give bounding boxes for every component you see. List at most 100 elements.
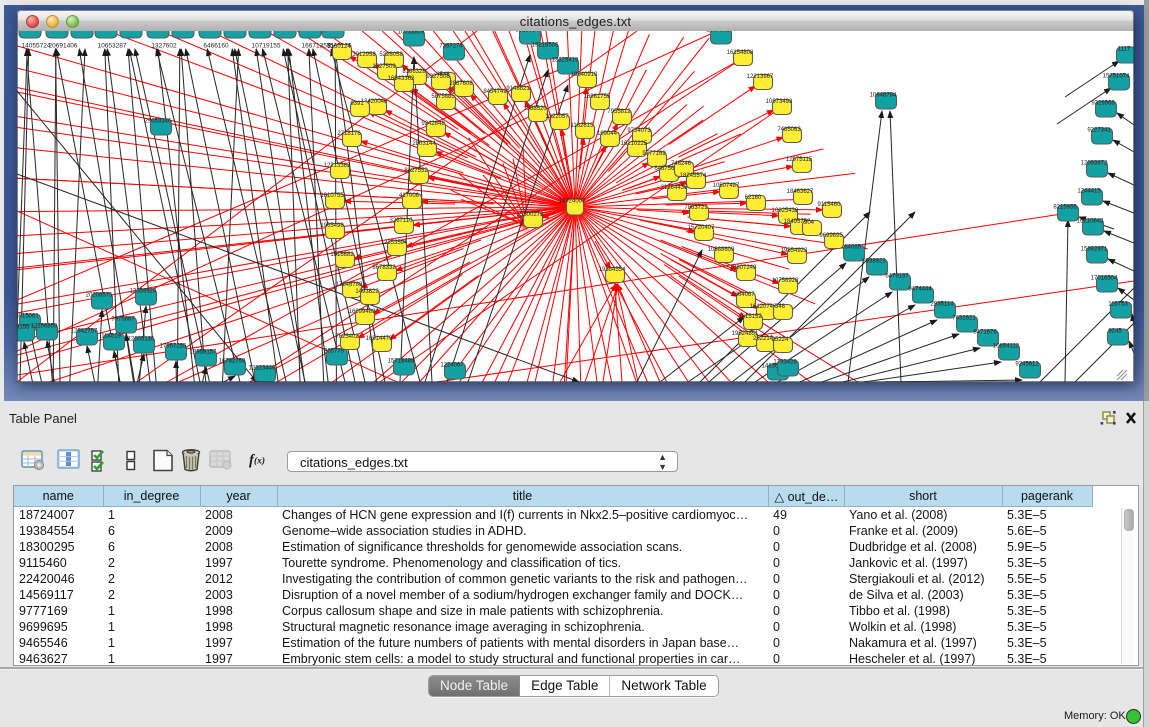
svg-text:13958157: 13958157 [190, 350, 217, 356]
svg-text:1493822: 1493822 [355, 289, 379, 295]
svg-text:17016504: 17016504 [1091, 276, 1118, 282]
svg-text:29053346: 29053346 [145, 119, 172, 125]
svg-text:8813054: 8813054 [515, 31, 539, 34]
svg-text:16782759: 16782759 [219, 359, 246, 365]
svg-text:15720407: 15720407 [688, 225, 715, 231]
svg-text:116753: 116753 [1108, 302, 1128, 308]
svg-text:18463627: 18463627 [787, 189, 814, 195]
svg-text:8678332: 8678332 [372, 265, 396, 271]
svg-text:10973493: 10973493 [766, 99, 793, 105]
svg-text:12156859: 12156859 [31, 324, 58, 330]
svg-text:14055724: 14055724 [22, 43, 51, 50]
svg-text:17957255: 17957255 [160, 344, 187, 350]
svg-text:1327509: 1327509 [372, 64, 396, 70]
svg-text:1322057: 1322057 [545, 114, 569, 120]
svg-text:417006: 417006 [399, 193, 420, 199]
svg-text:12213363: 12213363 [324, 163, 351, 169]
svg-text:8938923: 8938923 [862, 259, 886, 265]
svg-text:1162615: 1162615 [571, 123, 595, 129]
svg-text:15692971: 15692971 [1081, 247, 1108, 253]
svg-text:746246: 746246 [671, 161, 692, 167]
svg-text:1224067: 1224067 [440, 363, 464, 369]
svg-text:1327602: 1327602 [151, 43, 177, 50]
svg-text:5875685: 5875685 [431, 94, 455, 100]
svg-text:12353594: 12353594 [381, 240, 408, 246]
svg-text:19218506: 19218506 [532, 43, 559, 49]
svg-text:252214: 252214 [753, 336, 774, 342]
svg-text:8186328: 8186328 [402, 69, 426, 75]
svg-text:18245574: 18245574 [680, 173, 707, 179]
svg-text:16961755: 16961755 [584, 94, 611, 100]
svg-text:9391: 9391 [350, 101, 364, 107]
svg-text:16154808: 16154808 [727, 50, 754, 56]
svg-text:12323446: 12323446 [249, 366, 276, 372]
svg-text:2718176: 2718176 [337, 131, 361, 137]
svg-text:6479197: 6479197 [885, 274, 909, 280]
svg-text:8471676: 8471676 [973, 330, 997, 336]
svg-text:1117: 1117 [1118, 47, 1131, 53]
svg-text:965779: 965779 [324, 349, 345, 355]
svg-text:9734073: 9734073 [627, 128, 651, 134]
svg-text:7955812: 7955812 [607, 109, 631, 115]
svg-text:10507487: 10507487 [713, 183, 740, 189]
svg-text:5915061: 5915061 [17, 314, 39, 320]
svg-text:12359924: 12359924 [130, 289, 157, 295]
svg-text:9777169: 9777169 [642, 151, 666, 157]
svg-text:10653287: 10653287 [98, 43, 127, 50]
svg-text:9245: 9245 [1108, 329, 1122, 335]
svg-text:18640910: 18640910 [571, 72, 598, 78]
svg-text:7357274: 7357274 [439, 44, 463, 50]
svg-text:904: 904 [804, 220, 815, 226]
svg-text:9699695: 9699695 [819, 233, 843, 239]
svg-text:18807249: 18807249 [730, 265, 757, 271]
svg-text:62160: 62160 [745, 195, 762, 201]
svg-text:15718485: 15718485 [388, 359, 415, 365]
svg-text:25224: 25224 [772, 337, 789, 343]
svg-text:7632621: 7632621 [952, 316, 976, 322]
svg-text:3912958: 3912958 [352, 52, 376, 58]
svg-text:10025438: 10025438 [772, 208, 799, 214]
svg-text:346: 346 [775, 304, 786, 310]
svg-text:1588520: 1588520 [523, 106, 547, 112]
svg-text:1610755: 1610755 [320, 193, 344, 199]
svg-text:6466160: 6466160 [203, 43, 229, 50]
svg-text:7625402: 7625402 [335, 334, 359, 340]
svg-text:7485063: 7485063 [777, 127, 801, 133]
svg-text:1916682: 1916682 [330, 252, 354, 258]
svg-text:9975867: 9975867 [111, 317, 135, 323]
svg-text:9242848: 9242848 [421, 121, 445, 127]
svg-text:10648784: 10648784 [870, 93, 897, 99]
svg-text:9327508: 9327508 [426, 74, 450, 80]
svg-text:12942757: 12942757 [71, 329, 98, 335]
svg-text:1965498: 1965498 [320, 223, 344, 229]
svg-text:9115460: 9115460 [818, 202, 842, 208]
svg-text:15751074: 15751074 [1103, 74, 1130, 80]
svg-text:16543362: 16543362 [388, 76, 415, 82]
svg-text:16914479: 16914479 [366, 336, 393, 342]
svg-text:16099489: 16099489 [349, 309, 376, 315]
svg-text:8454749: 8454749 [483, 89, 507, 95]
svg-text:(x): (x) [254, 456, 265, 467]
svg-text:15300273: 15300273 [517, 212, 544, 218]
svg-text:13325419: 13325419 [552, 58, 579, 64]
svg-text:10756928: 10756928 [772, 278, 799, 284]
svg-text:20206575: 20206575 [86, 293, 113, 299]
svg-text:2935114: 2935114 [931, 302, 955, 308]
svg-text:9146821: 9146821 [506, 86, 530, 92]
svg-text:199044: 199044 [597, 131, 618, 137]
svg-text:21364436: 21364436 [661, 185, 688, 191]
svg-text:12093872: 12093872 [1081, 161, 1108, 167]
svg-text:20691406: 20691406 [49, 43, 78, 50]
svg-text:1615152: 1615152 [738, 314, 762, 320]
svg-text:19654923: 19654923 [781, 248, 808, 254]
svg-text:3267110: 3267110 [390, 218, 414, 224]
svg-text:9329966: 9329966 [1091, 101, 1115, 107]
svg-text:12213967: 12213967 [747, 74, 774, 80]
svg-text:16210643: 16210643 [1077, 219, 1104, 225]
svg-text:10688609: 10688609 [708, 247, 735, 253]
svg-text:2803144: 2803144 [412, 141, 436, 147]
svg-text:9474444: 9474444 [908, 287, 932, 293]
svg-text:12505135: 12505135 [128, 337, 155, 343]
svg-text:8160124: 8160124 [327, 44, 351, 50]
svg-text:5226058: 5226058 [379, 52, 403, 58]
